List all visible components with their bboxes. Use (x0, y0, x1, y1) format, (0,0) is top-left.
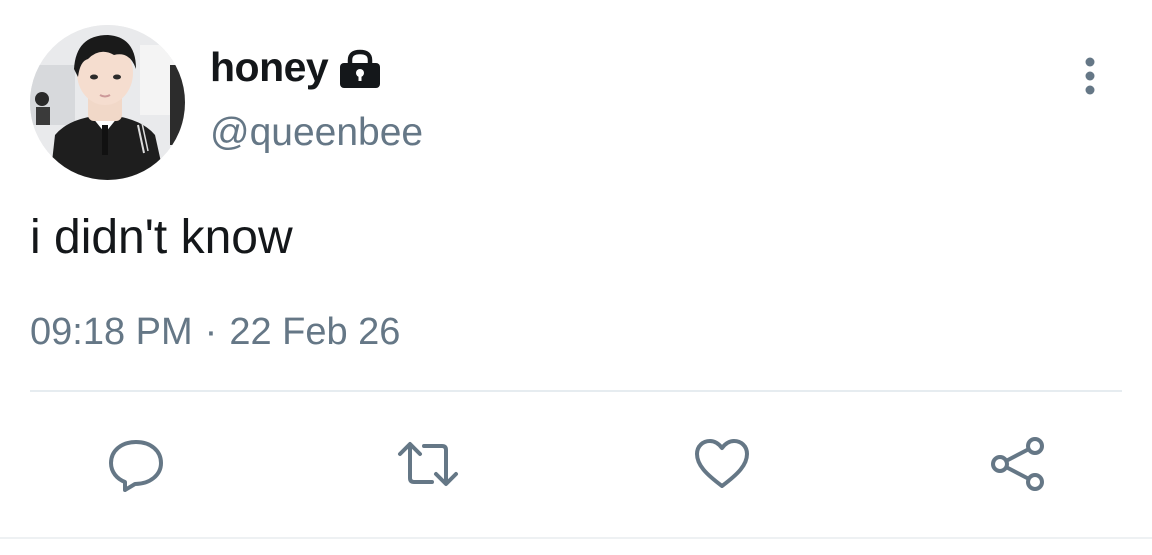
profile-photo (30, 25, 185, 180)
bottom-divider (0, 537, 1152, 539)
retweet-button[interactable] (396, 432, 460, 496)
lock-icon (340, 49, 381, 88)
divider (30, 390, 1122, 392)
tweet-card: honey @queenbee i didn't know 09:18 PM ·… (0, 0, 1152, 555)
like-button[interactable] (690, 432, 754, 496)
share-button[interactable] (986, 432, 1050, 496)
tweet-timestamp[interactable]: 09:18 PM · 22 Feb 26 (30, 311, 400, 354)
more-vertical-icon (1085, 57, 1095, 95)
retweet-icon (398, 442, 458, 486)
display-name[interactable]: honey (210, 44, 329, 91)
tweet-time: 09:18 PM (30, 311, 193, 353)
user-handle[interactable]: @queenbee (210, 111, 423, 155)
more-options-button[interactable] (1070, 52, 1110, 100)
display-name-row: honey (210, 44, 382, 91)
timestamp-separator: · (204, 311, 218, 353)
share-icon (991, 437, 1044, 491)
reply-button[interactable] (104, 432, 168, 496)
tweet-date: 22 Feb 26 (229, 311, 401, 353)
reply-icon (109, 440, 163, 492)
tweet-text: i didn't know (30, 211, 293, 264)
avatar[interactable] (30, 25, 185, 180)
like-icon (695, 439, 749, 488)
